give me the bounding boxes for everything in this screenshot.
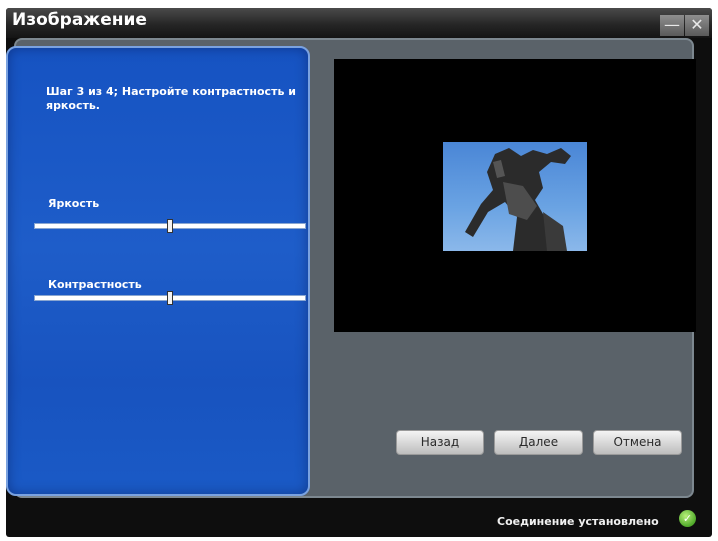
contrast-label: Контрастность: [48, 278, 142, 291]
image-preview: [334, 59, 696, 332]
brightness-slider-thumb[interactable]: [167, 219, 173, 233]
close-button[interactable]: ✕: [685, 15, 709, 36]
brightness-slider[interactable]: [34, 219, 306, 233]
connection-status: Соединение установлено: [497, 515, 659, 528]
title-bar[interactable]: Изображение — ✕: [6, 8, 712, 38]
contrast-slider-thumb[interactable]: [167, 291, 173, 305]
photo-preview: [443, 142, 587, 251]
sculpture-image: [465, 148, 571, 251]
cancel-button[interactable]: Отмена: [593, 430, 682, 455]
step-instructions: Шаг 3 из 4; Настройте контрастность и яр…: [46, 85, 296, 112]
minimize-button[interactable]: —: [660, 15, 684, 36]
back-button[interactable]: Назад: [396, 430, 484, 455]
next-button[interactable]: Далее: [494, 430, 583, 455]
check-icon: ✓: [679, 510, 696, 527]
settings-panel: [6, 46, 310, 496]
brightness-label: Яркость: [48, 197, 100, 210]
contrast-slider[interactable]: [34, 291, 306, 305]
window-title: Изображение: [12, 10, 147, 30]
